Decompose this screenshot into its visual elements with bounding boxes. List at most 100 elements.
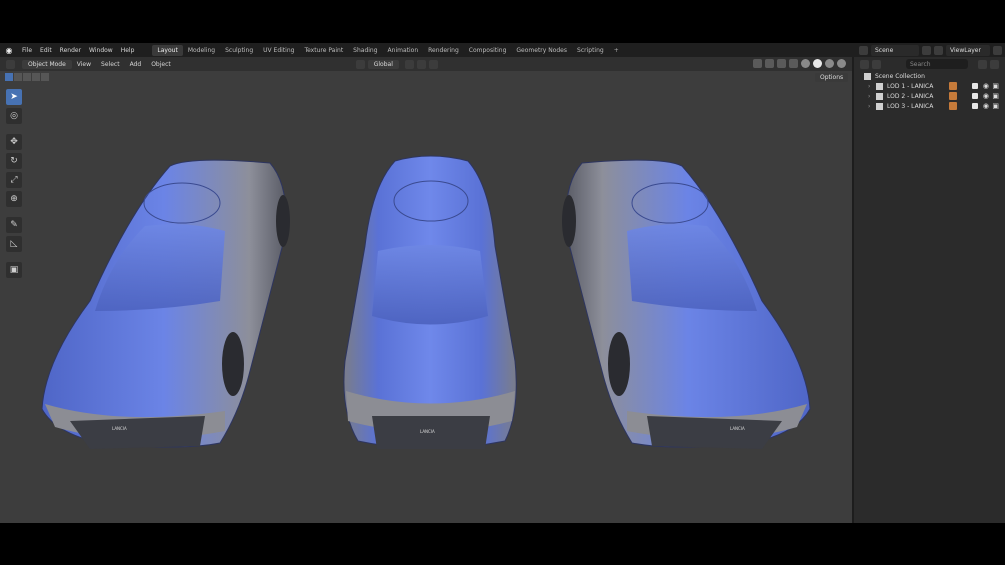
select-menu[interactable]: Select — [96, 60, 125, 69]
expand-arrow-icon[interactable]: › — [868, 83, 876, 90]
menu-file[interactable]: File — [18, 47, 36, 54]
snap-icon[interactable] — [416, 59, 426, 69]
camera-icon[interactable]: ▣ — [992, 102, 999, 110]
tab-layout[interactable]: Layout — [152, 44, 183, 56]
transform-tool-icon[interactable]: ⊕ — [6, 191, 22, 207]
new-view-layer-icon[interactable] — [993, 45, 1002, 55]
expand-arrow-icon[interactable]: › — [868, 93, 876, 100]
transform-orientation-icon[interactable] — [355, 59, 365, 69]
camera-icon[interactable]: ▣ — [992, 82, 999, 90]
tab-sculpting[interactable]: Sculpting — [220, 45, 258, 56]
rendered-shading-icon[interactable] — [837, 59, 846, 68]
exclude-checkbox[interactable] — [972, 103, 978, 109]
scene-selector-area: Scene ViewLayer — [859, 44, 1005, 56]
gizmo-icon[interactable] — [765, 59, 774, 68]
top-bar: ◉ File Edit Render Window Help Layout Mo… — [0, 43, 1005, 57]
collection-icon — [864, 72, 871, 80]
select-tool-icon[interactable]: ➤ — [6, 89, 22, 105]
eye-icon[interactable]: ◉ — [983, 102, 989, 110]
eye-icon[interactable]: ◉ — [983, 82, 989, 90]
select-new-icon[interactable] — [5, 73, 13, 81]
solid-shading-icon[interactable] — [813, 59, 822, 68]
editor-type-icon[interactable] — [6, 59, 15, 69]
add-menu[interactable]: Add — [125, 60, 147, 69]
select-intersect-icon[interactable] — [41, 73, 49, 81]
scene-icon[interactable] — [859, 45, 868, 55]
scene-collection-label: Scene Collection — [875, 72, 925, 80]
material-shading-icon[interactable] — [825, 59, 834, 68]
add-cube-tool-icon[interactable]: ▣ — [6, 262, 22, 278]
collection-icon — [876, 102, 883, 110]
tab-texture-paint[interactable]: Texture Paint — [299, 45, 348, 56]
car-lod-1[interactable]: LANCIA — [41, 159, 290, 449]
exclude-checkbox[interactable] — [972, 93, 978, 99]
menu-render[interactable]: Render — [56, 47, 85, 54]
car-badge-1: LANCIA — [112, 426, 127, 431]
exclude-checkbox[interactable] — [972, 83, 978, 89]
outliner-search-input[interactable]: Search — [906, 59, 968, 69]
tab-rendering[interactable]: Rendering — [423, 45, 464, 56]
3d-viewport[interactable]: LANCIA LANCIA LANCIA ➤ ◎ ✥ ↻ ⤢ ⊕ ✎ ◺ ▣ — [0, 71, 852, 523]
expand-arrow-icon[interactable]: › — [868, 103, 876, 110]
outliner-panel: Search Scene Collection › LOD 1 - LANICA… — [854, 57, 1005, 523]
car-models[interactable]: LANCIA LANCIA LANCIA — [0, 71, 852, 523]
wireframe-shading-icon[interactable] — [801, 59, 810, 68]
select-subtract-icon[interactable] — [23, 73, 31, 81]
camera-icon[interactable]: ▣ — [992, 92, 999, 100]
viewport-header: Object Mode View Select Add Object Globa… — [0, 57, 852, 71]
options-dropdown[interactable]: Options — [815, 73, 849, 82]
render-layer-icon[interactable] — [934, 45, 943, 55]
blender-window: ◉ File Edit Render Window Help Layout Mo… — [0, 43, 1005, 523]
eye-icon[interactable]: ◉ — [983, 92, 989, 100]
tab-uv-editing[interactable]: UV Editing — [258, 45, 299, 56]
tab-scripting[interactable]: Scripting — [572, 45, 609, 56]
blender-logo-icon[interactable]: ◉ — [3, 44, 15, 56]
outliner-row-lod1[interactable]: › LOD 1 - LANICA ◉ ▣ — [854, 81, 1005, 91]
mode-dropdown[interactable]: Object Mode — [22, 59, 72, 69]
scene-collection-row[interactable]: Scene Collection — [854, 71, 1005, 81]
car-badge-3: LANCIA — [730, 426, 745, 431]
measure-tool-icon[interactable]: ◺ — [6, 236, 22, 252]
overlay-icon[interactable] — [777, 59, 786, 68]
scale-tool-icon[interactable]: ⤢ — [6, 172, 22, 188]
tab-compositing[interactable]: Compositing — [464, 45, 512, 56]
select-invert-icon[interactable] — [32, 73, 40, 81]
xray-icon[interactable] — [789, 59, 798, 68]
new-collection-icon[interactable] — [990, 59, 999, 69]
collection-icon — [876, 82, 883, 90]
move-tool-icon[interactable]: ✥ — [6, 134, 22, 150]
menu-help[interactable]: Help — [117, 47, 139, 54]
tab-geometry-nodes[interactable]: Geometry Nodes — [511, 45, 572, 56]
object-menu[interactable]: Object — [146, 60, 176, 69]
new-scene-icon[interactable] — [922, 45, 931, 55]
display-mode-icon[interactable] — [872, 59, 881, 69]
pivot-icon[interactable] — [404, 59, 414, 69]
scene-field[interactable]: Scene — [871, 44, 919, 56]
object-data-icon — [949, 102, 957, 110]
object-data-icon — [949, 92, 957, 100]
outliner-editor-icon[interactable] — [860, 59, 869, 69]
workspace-tabs: Layout Modeling Sculpting UV Editing Tex… — [152, 44, 624, 56]
tab-animation[interactable]: Animation — [383, 45, 424, 56]
tab-modeling[interactable]: Modeling — [183, 45, 220, 56]
car-lod-3[interactable]: LANCIA — [562, 159, 811, 449]
visibility-icon[interactable] — [753, 59, 762, 68]
outliner-row-lod3[interactable]: › LOD 3 - LANICA ◉ ▣ — [854, 101, 1005, 111]
proportional-edit-icon[interactable] — [428, 59, 438, 69]
outliner-item-label: LOD 3 - LANICA — [887, 102, 934, 110]
filter-icon[interactable] — [978, 59, 987, 69]
view-menu[interactable]: View — [72, 60, 96, 69]
tab-shading[interactable]: Shading — [348, 45, 382, 56]
car-lod-2[interactable]: LANCIA — [343, 155, 517, 449]
rotate-tool-icon[interactable]: ↻ — [6, 153, 22, 169]
orientation-dropdown[interactable]: Global — [367, 59, 399, 69]
outliner-row-lod2[interactable]: › LOD 2 - LANICA ◉ ▣ — [854, 91, 1005, 101]
cursor-tool-icon[interactable]: ◎ — [6, 108, 22, 124]
annotate-tool-icon[interactable]: ✎ — [6, 217, 22, 233]
menu-window[interactable]: Window — [85, 47, 117, 54]
outliner-item-label: LOD 2 - LANICA — [887, 92, 934, 100]
menu-edit[interactable]: Edit — [36, 47, 56, 54]
add-workspace-icon[interactable]: + — [609, 45, 624, 56]
select-extend-icon[interactable] — [14, 73, 22, 81]
view-layer-field[interactable]: ViewLayer — [946, 44, 990, 56]
